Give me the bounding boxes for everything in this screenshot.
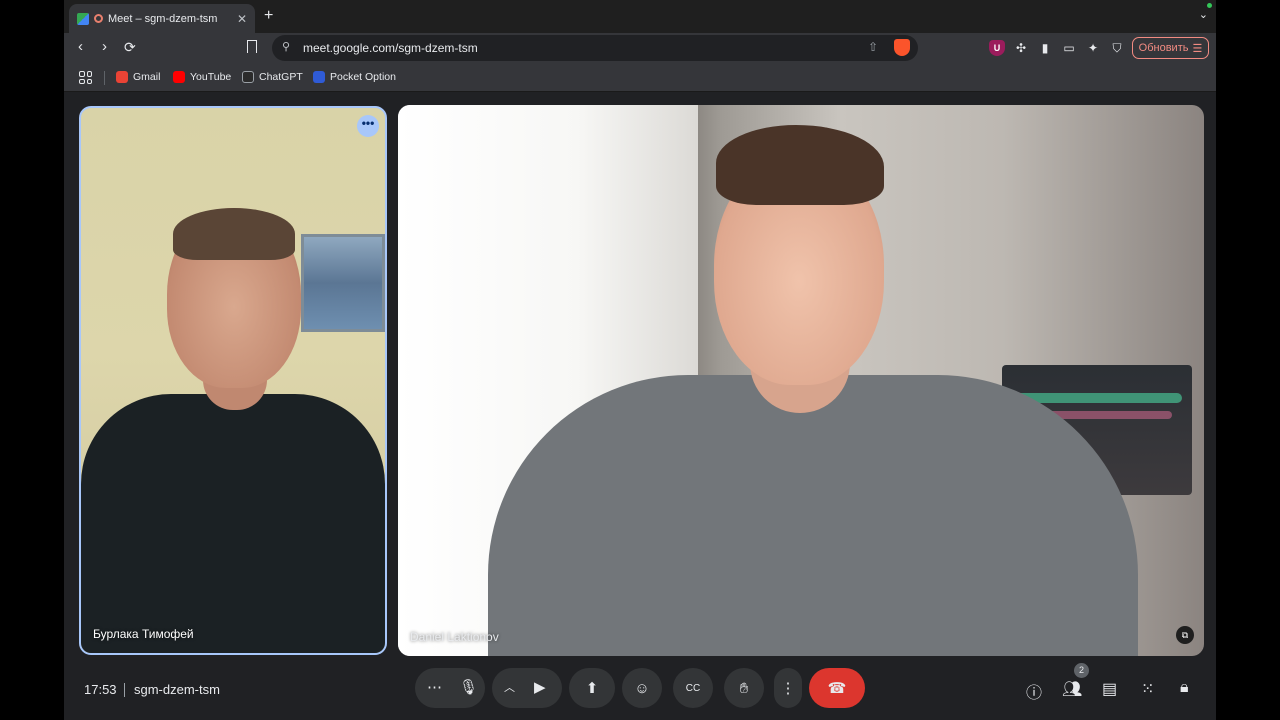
wallet-icon[interactable]: ▭ [1061,40,1077,56]
forward-icon[interactable]: › [102,38,107,56]
wall-painting [301,234,385,332]
end-call-button[interactable]: ☎︎ [809,668,865,708]
people-count-badge: 2 [1074,663,1089,678]
participant-video-body [488,375,1138,656]
bookmarks-divider [104,71,105,85]
site-info-icon[interactable]: ⚲ [282,40,290,53]
bookmark-pocket-option[interactable]: Pocket Option [313,71,396,83]
vpn-shield-icon[interactable]: ⛉ [1109,40,1125,56]
close-tab-icon[interactable]: ✕ [237,12,247,26]
emoji-button[interactable]: ☺ [622,668,662,708]
apps-grid-icon[interactable] [79,71,92,84]
captions-button[interactable]: CC [673,668,713,708]
youtube-icon [173,71,185,83]
extensions-icon[interactable]: ✣ [1013,40,1029,56]
tab-meet[interactable]: Meet – sgm-dzem-tsm ✕ [69,4,255,33]
captions-icon: CC [685,682,701,694]
brave-shields-icon[interactable] [894,39,910,56]
bookmark-label: YouTube [190,71,232,83]
videocam-icon[interactable]: ▶︎ [534,679,546,697]
tab-strip: Meet – sgm-dzem-tsm ✕ + ⌄ [64,0,1216,33]
update-label: Обновить [1138,42,1189,54]
sidebar-icon[interactable]: ▮ [1037,40,1053,56]
present-screen-icon: ⬆︎ [585,680,599,697]
mic-control-group: ⋯ 🎙︎ [415,668,485,708]
participant-video-hair [173,208,295,260]
footer-divider [124,683,125,697]
raise-hand-icon: ✋︎ [739,679,749,697]
status-dot-icon [1207,3,1212,8]
bookmark-label: ChatGPT [259,71,303,83]
share-icon[interactable]: ⇧ [868,40,878,54]
back-icon[interactable]: ‹ [78,38,83,56]
address-bar[interactable]: ⚲ meet.google.com/sgm-dzem-tsm ⇧ [272,35,918,61]
meet-stage: ••• Бурлака Тимофей Daniel Laktionov ⧉ 1… [64,92,1216,720]
participant-tile[interactable]: ••• Бурлака Тимофей [79,106,387,655]
recording-indicator-icon [94,14,103,23]
chevron-up-icon[interactable]: ︿ [504,679,515,697]
bookmark-gmail[interactable]: Gmail [116,71,160,83]
bookmark-icon[interactable] [247,40,257,53]
browser-window: Meet – sgm-dzem-tsm ✕ + ⌄ ‹ › ⟳ ⚲ meet.g… [64,0,1216,720]
tab-search-chevron-icon[interactable]: ⌄ [1199,8,1208,21]
audio-settings-more-icon[interactable]: ⋯ [427,679,442,697]
mic-icon[interactable]: 🎙︎ [459,679,478,697]
url-text[interactable]: meet.google.com/sgm-dzem-tsm [303,41,478,55]
bookmark-youtube[interactable]: YouTube [173,71,231,83]
participant-video-body [81,394,385,653]
participant-video-hair [716,125,884,205]
meeting-code: sgm-dzem-tsm [134,682,220,697]
host-controls-icon[interactable]: 🔒︎ [1180,679,1189,697]
bookmark-label: Gmail [133,71,161,83]
bookmark-label: Pocket Option [330,71,396,83]
call-end-icon: ☎︎ [827,680,847,697]
meet-favicon-icon [77,12,89,25]
more-options-icon[interactable]: ••• [357,115,379,137]
new-tab-button[interactable]: + [264,7,273,25]
meeting-time: 17:53 [84,682,117,697]
tab-title: Meet – sgm-dzem-tsm [108,12,218,25]
participant-name: Daniel Laktionov [410,630,499,644]
apps-icon[interactable]: ⁙ [1141,679,1154,699]
raise-hand-button[interactable]: ✋︎ [724,668,764,708]
ublock-icon[interactable]: U [989,40,1005,56]
present-button[interactable]: ⬆︎ [569,668,615,708]
gmail-icon [116,71,128,83]
browser-toolbar: ‹ › ⟳ ⚲ meet.google.com/sgm-dzem-tsm ⇧ U… [64,33,1216,63]
menu-icon: ☰ [1192,42,1203,55]
bookmarks-bar: Gmail YouTube ChatGPT Pocket Option [64,63,1216,92]
reload-icon[interactable]: ⟳ [124,38,136,56]
camera-control-group: ︿ ▶︎ [492,668,562,708]
participant-tile[interactable]: Daniel Laktionov ⧉ [398,105,1204,656]
chat-icon[interactable]: ▤ [1102,679,1117,699]
people-icon[interactable]: 👥︎ [1062,679,1082,699]
more-vert-icon: ⋮ [780,680,796,697]
participant-name: Бурлака Тимофей [93,627,194,641]
update-button[interactable]: Обновить ☰ [1132,37,1209,59]
pin-tile-icon[interactable]: ⧉ [1176,626,1194,644]
more-options-button[interactable]: ⋮ [774,668,802,708]
leo-ai-icon[interactable]: ✦ [1085,40,1101,56]
bookmark-chatgpt[interactable]: ChatGPT [242,71,303,83]
pocket-option-icon [313,71,325,83]
chatgpt-icon [242,71,254,83]
info-icon[interactable]: ⓘ [1026,679,1042,703]
emoji-icon: ☺ [634,679,650,697]
